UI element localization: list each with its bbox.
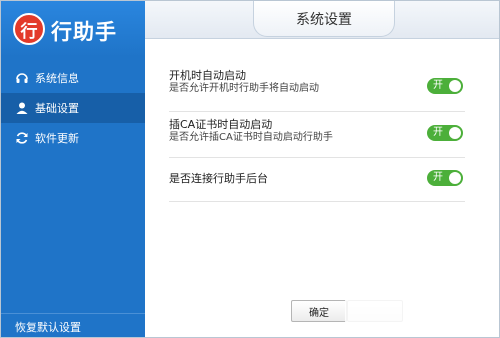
toggle-label: 开 (433, 172, 443, 183)
page-title: 系统设置 (253, 1, 395, 37)
toggle-label: 开 (433, 80, 443, 91)
sidebar-item-basic-settings[interactable]: 基础设置 (1, 93, 145, 123)
connect-backend-toggle[interactable]: 开 (427, 170, 463, 186)
setting-title: 开机时自动启动 (169, 69, 246, 82)
user-icon (15, 101, 29, 115)
app-window: 行 行助手 系统信息 基础设置 软件更新 恢复默认设置 系统设置 开机时自动启动… (0, 0, 500, 338)
sidebar-item-system-info[interactable]: 系统信息 (1, 63, 145, 93)
sidebar-item-label: 系统信息 (35, 72, 79, 85)
setting-autostart-ca: 插CA证书时自动启动 是否允许插CA证书时自动启动行助手 开 (169, 118, 465, 158)
settings-list: 开机时自动启动 是否允许开机时行助手将自动启动 开 插CA证书时自动启动 是否允… (169, 69, 465, 202)
toggle-knob (449, 80, 461, 92)
setting-description: 是否允许插CA证书时自动启动行助手 (169, 132, 333, 143)
sidebar-nav: 系统信息 基础设置 软件更新 (1, 63, 145, 153)
headset-icon (15, 71, 29, 85)
restore-defaults-link[interactable]: 恢复默认设置 (1, 313, 145, 337)
sidebar-item-label: 软件更新 (35, 132, 79, 145)
setting-description: 是否允许开机时行助手将自动启动 (169, 83, 319, 94)
sidebar-item-software-update[interactable]: 软件更新 (1, 123, 145, 153)
watermark-overlay (345, 271, 499, 337)
setting-connect-backend: 是否连接行助手后台 开 (169, 164, 465, 202)
app-logo: 行 (13, 13, 45, 45)
autostart-ca-toggle[interactable]: 开 (427, 125, 463, 141)
toggle-knob (449, 127, 461, 139)
refresh-icon (15, 131, 29, 145)
brand-header: 行 行助手 (1, 1, 145, 57)
setting-title: 插CA证书时自动启动 (169, 118, 273, 131)
sidebar-item-label: 基础设置 (35, 102, 79, 115)
sidebar: 行 行助手 系统信息 基础设置 软件更新 恢复默认设置 (1, 1, 145, 337)
setting-title: 是否连接行助手后台 (169, 172, 268, 185)
toggle-label: 开 (433, 127, 443, 138)
ok-button[interactable]: 确定 (291, 300, 347, 322)
setting-autostart-boot: 开机时自动启动 是否允许开机时行助手将自动启动 开 (169, 69, 465, 112)
autostart-boot-toggle[interactable]: 开 (427, 78, 463, 94)
title-bar: 系统设置 (145, 1, 499, 39)
app-name: 行助手 (51, 20, 117, 44)
toggle-knob (449, 172, 461, 184)
